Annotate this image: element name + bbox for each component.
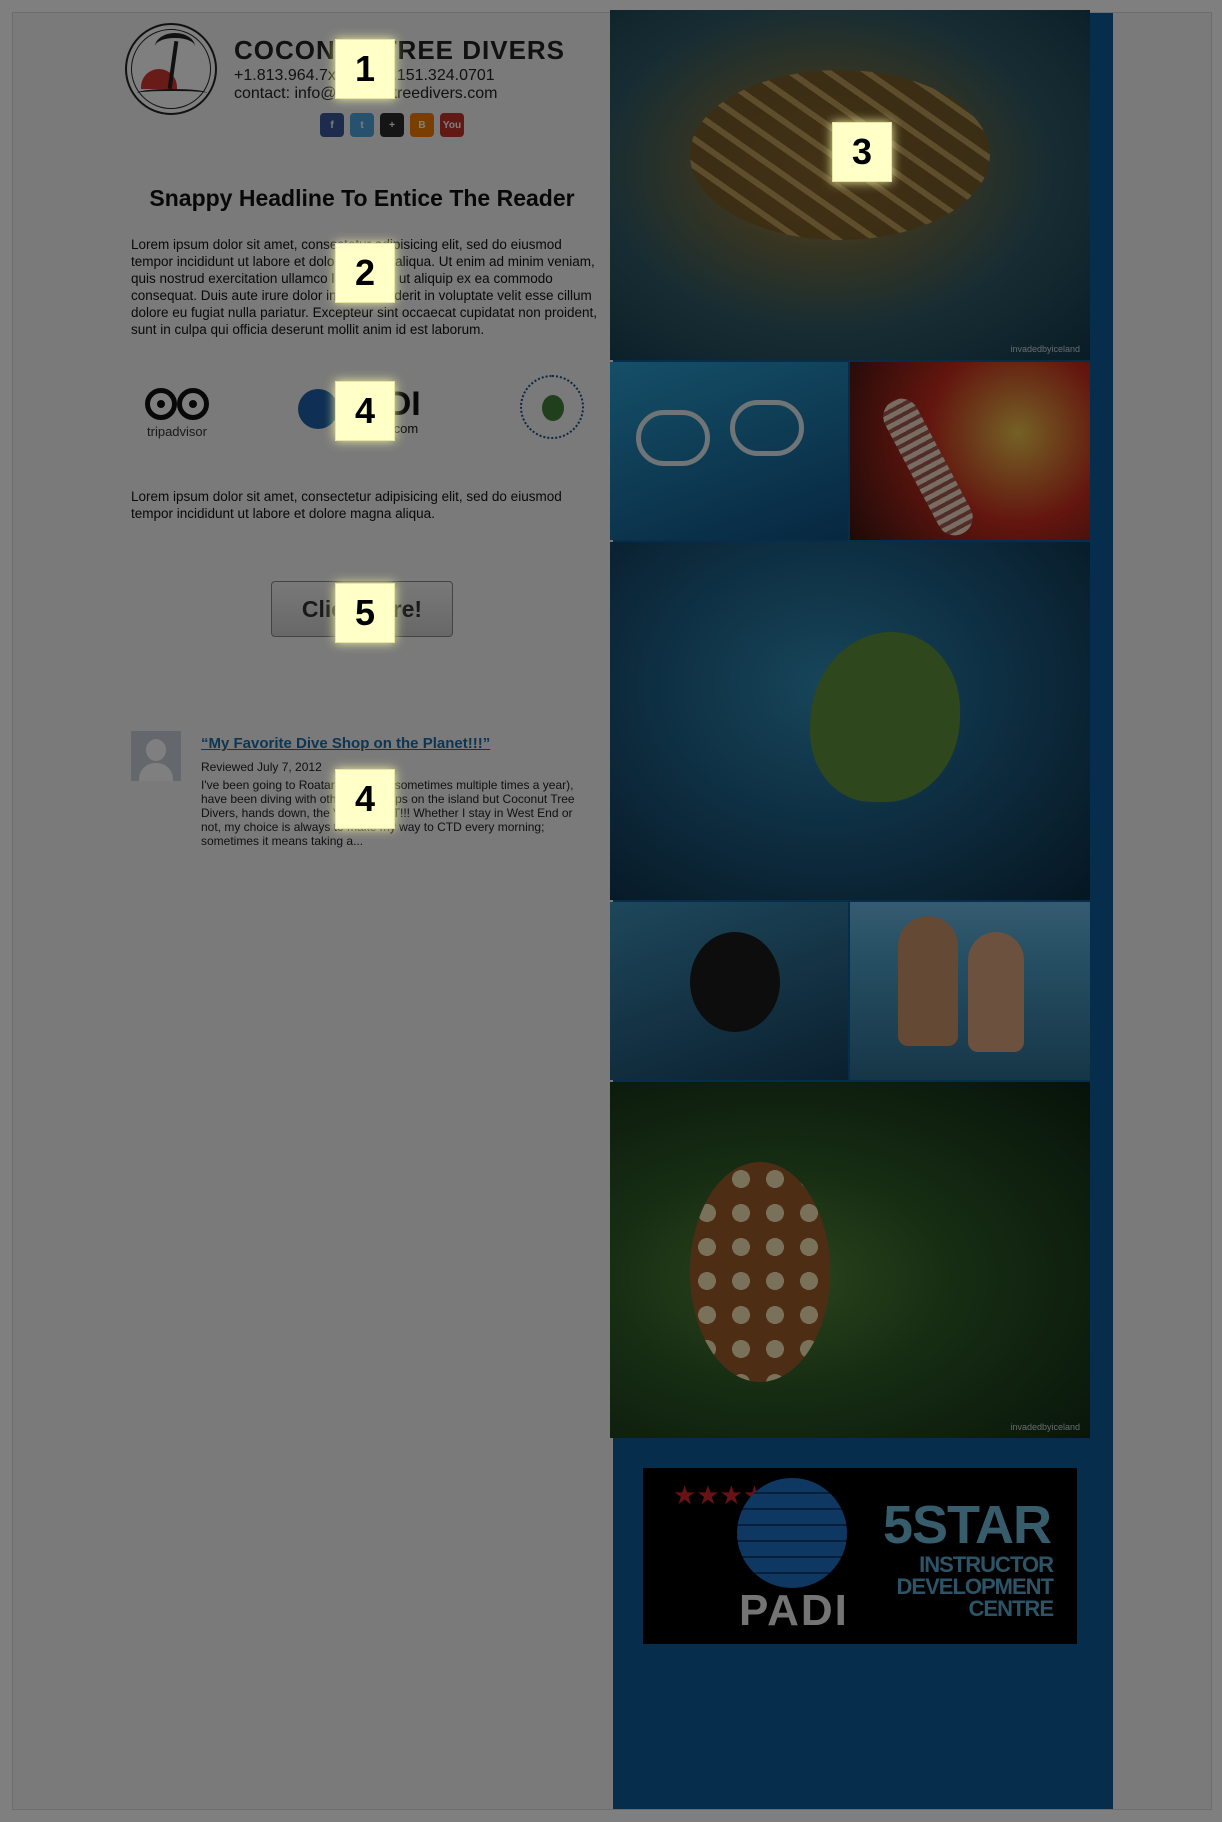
marker-2: 2 bbox=[335, 243, 395, 303]
marker-1: 1 bbox=[335, 39, 395, 99]
marker-4-review: 4 bbox=[335, 769, 395, 829]
marker-4-partners: 4 bbox=[335, 381, 395, 441]
dim-overlay bbox=[0, 0, 1222, 1822]
marker-3: 3 bbox=[832, 122, 892, 182]
marker-5: 5 bbox=[335, 583, 395, 643]
